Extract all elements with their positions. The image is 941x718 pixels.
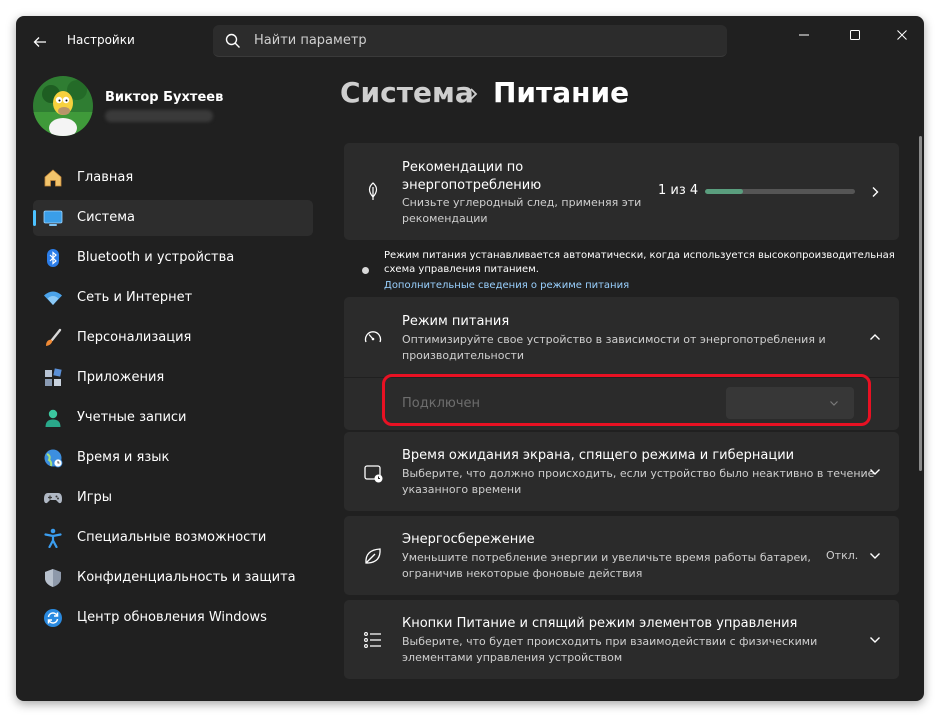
system-icon [43,208,63,228]
nav-item-personalization[interactable]: Персонализация [33,320,313,356]
update-icon [43,608,63,628]
highlight-frame [382,374,871,426]
power-mode-card[interactable]: Режим питания Оптимизируйте свое устройс… [344,297,899,377]
nav-label: Центр обновления Windows [77,610,267,625]
gamepad-icon [43,488,63,508]
nav-label: Сеть и Интернет [77,290,193,305]
nav-item-accounts[interactable]: Учетные записи [33,400,313,436]
settings-window: Настройки Найти параметр Виктор Бухтеев [16,16,924,701]
avatar[interactable] [33,76,93,136]
active-indicator [33,210,36,226]
nav-label: Система [77,210,136,225]
energy-saver-status: Откл. [826,549,859,562]
nav-label: Bluetooth и устройства [77,250,235,265]
nav-label: Приложения [77,370,165,385]
info-text-line2: схема управления питанием. [384,264,539,275]
minimize-button[interactable] [792,23,816,47]
home-icon [43,168,63,188]
nav-item-apps[interactable]: Приложения [33,360,313,396]
recommendations-progress-fill [705,189,743,194]
chevron-up-icon[interactable] [867,329,883,345]
nav-item-system[interactable]: Система [33,200,313,236]
search-placeholder: Найти параметр [254,33,367,48]
power-buttons-title: Кнопки Питание и спящий режим элементов … [402,616,798,631]
back-arrow-icon [33,37,46,47]
globe-icon [43,448,63,468]
search-icon [225,33,240,48]
search-box[interactable]: Найти параметр [213,25,727,57]
power-buttons-card[interactable]: Кнопки Питание и спящий режим элементов … [344,600,899,679]
chevron-down-icon [867,464,883,480]
info-link[interactable]: Дополнительные сведения о режиме питания [384,280,629,291]
info-bullet-icon [362,267,369,274]
minimize-icon [799,34,809,36]
screen-sleep-icon [362,462,384,484]
energy-saver-leaf-icon [362,545,384,567]
recommendations-desc-line1: Снизьте углеродный след, применяя эти [402,196,642,209]
maximize-button[interactable] [843,23,867,47]
avatar-image [33,76,93,136]
list-settings-icon [362,629,384,651]
app-title: Настройки [67,33,135,47]
power-buttons-desc-line2: элементами управления устройством [402,651,623,664]
energy-saver-title: Энергосбережение [402,532,535,547]
nav-item-bluetooth[interactable]: Bluetooth и устройства [33,240,313,276]
nav-item-network[interactable]: Сеть и Интернет [33,280,313,316]
nav-item-time-language[interactable]: Время и язык [33,440,313,476]
screen-timeout-desc-line2: указанного времени [402,483,522,496]
person-icon [43,408,63,428]
recommendations-count: 1 из 4 [658,183,699,198]
nav-item-privacy[interactable]: Конфиденциальность и защита [33,560,313,596]
nav-item-windows-update[interactable]: Центр обновления Windows [33,600,313,636]
user-name: Виктор Бухтеев [105,90,224,105]
shield-icon [43,568,63,588]
nav-label: Время и язык [77,450,170,465]
scrollbar[interactable] [919,136,922,471]
bluetooth-icon [43,248,63,268]
power-mode-desc-line2: производительности [402,349,525,362]
nav-label: Учетные записи [77,410,187,425]
back-button[interactable] [28,30,52,54]
page-title: Питание [493,76,630,109]
maximize-icon [850,30,860,40]
nav-label: Специальные возможности [77,530,267,545]
nav-label: Персонализация [77,330,192,345]
close-button[interactable] [890,23,914,47]
nav-item-home[interactable]: Главная [33,160,313,196]
user-email-blurred [105,110,213,122]
power-mode-title: Режим питания [402,314,510,329]
chevron-down-icon [867,632,883,648]
recommendations-card[interactable]: Рекомендации по энергопотреблению Снизьт… [344,143,899,240]
wifi-icon [43,288,63,308]
leaf-icon [362,180,384,202]
close-icon [897,30,907,40]
energy-saver-desc-line2: ограничив некоторые фоновые действия [402,567,643,580]
nav-label: Игры [77,490,113,505]
energy-saver-desc-line1: Уменьшите потребление энергии и увеличьт… [402,551,811,564]
screen-timeout-title: Время ожидания экрана, спящего режима и … [402,448,795,463]
screen-timeout-desc-line1: Выберите, что должно происходить, если у… [402,467,875,480]
info-text-line1: Режим питания устанавливается автоматиче… [384,250,895,261]
recommendations-progress-bar [705,189,855,194]
recommendations-title-line2: энергопотреблению [402,178,542,193]
nav-label: Конфиденциальность и защита [77,570,296,585]
chevron-right-icon [867,184,883,200]
breadcrumb-parent[interactable]: Система [340,76,474,109]
gauge-icon [362,326,384,348]
nav-item-accessibility[interactable]: Специальные возможности [33,520,313,556]
breadcrumb-chevron-icon [470,88,478,100]
recommendations-title-line1: Рекомендации по [402,160,524,175]
power-mode-desc-line1: Оптимизируйте свое устройство в зависимо… [402,333,826,346]
nav-item-gaming[interactable]: Игры [33,480,313,516]
energy-saver-card[interactable]: Энергосбережение Уменьшите потребление э… [344,516,899,595]
screen-timeout-card[interactable]: Время ожидания экрана, спящего режима и … [344,432,899,511]
nav-label: Главная [77,170,134,185]
power-buttons-desc-line1: Выберите, что будет происходить при взаи… [402,635,818,648]
apps-icon [43,368,63,388]
chevron-down-icon [867,548,883,564]
recommendations-desc-line2: рекомендации [402,212,488,225]
brush-icon [43,328,63,348]
accessibility-icon [43,528,63,548]
